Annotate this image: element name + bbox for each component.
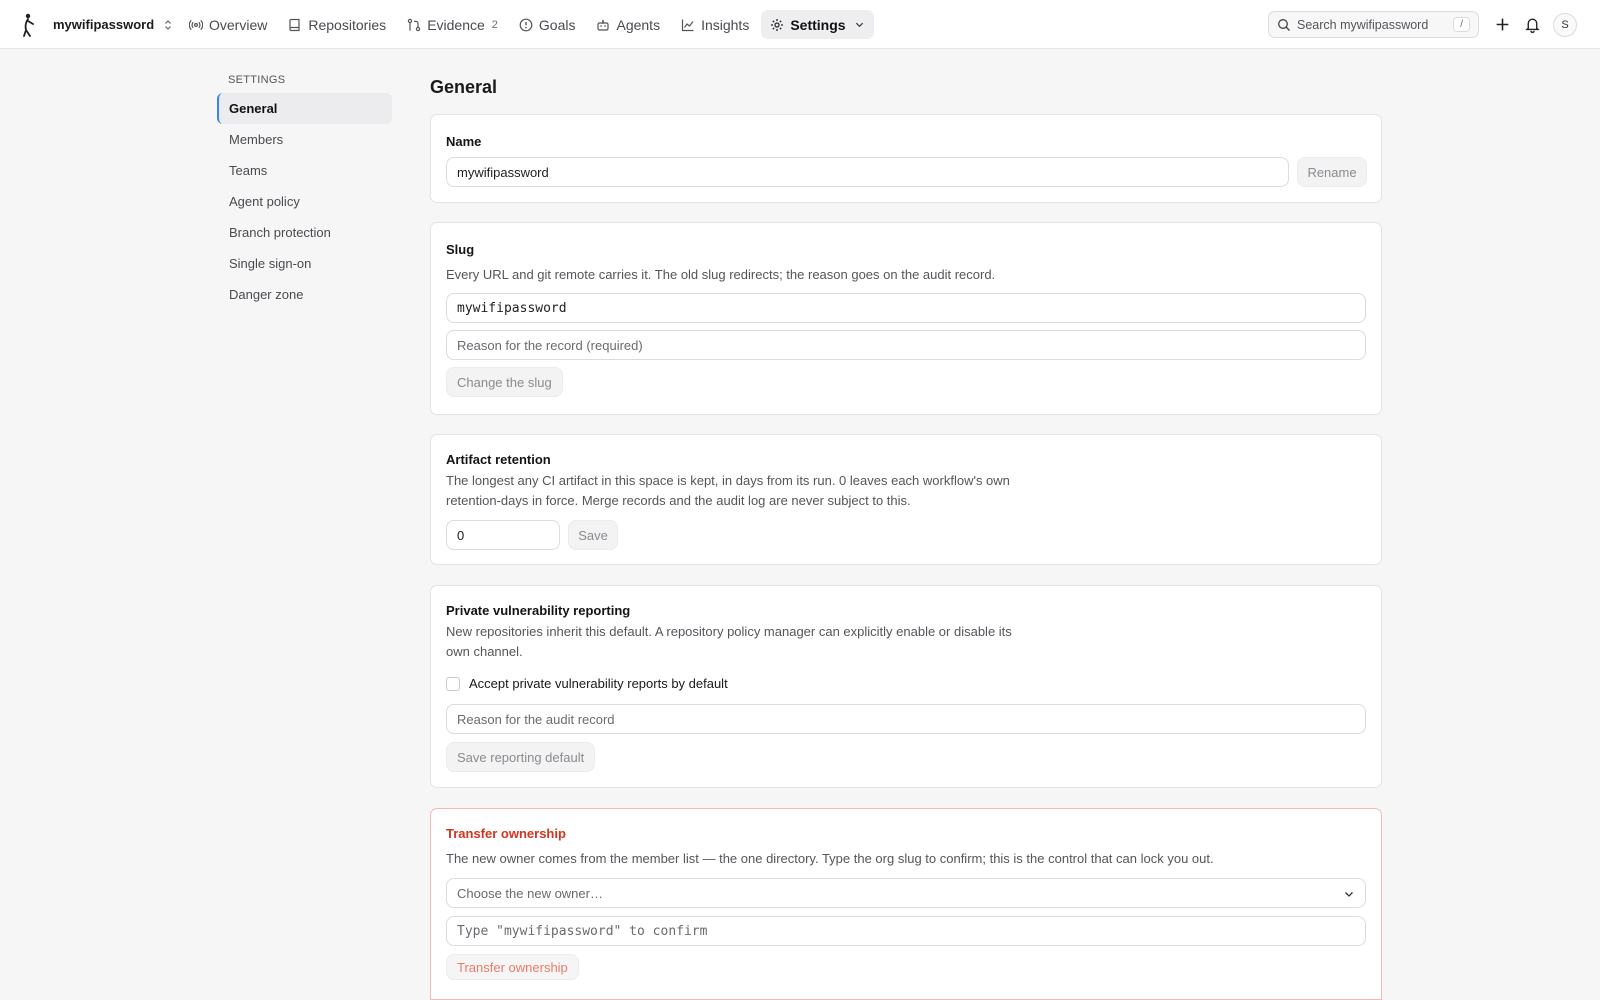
search-icon xyxy=(1278,18,1290,31)
vulnerability-reporting-card: Private vulnerability reporting New repo… xyxy=(430,585,1382,788)
search-input[interactable]: Search mywifipassword / xyxy=(1268,11,1479,38)
sidebar-item-single-sign-on[interactable]: Single sign-on xyxy=(217,248,392,279)
slug-card: Slug Every URL and git remote carries it… xyxy=(430,222,1382,415)
retention-description-line2: retention-days in force. Merge records a… xyxy=(446,493,911,508)
nav-repositories[interactable]: Repositories xyxy=(279,10,395,39)
plus-icon[interactable] xyxy=(1494,16,1511,33)
chevron-up-down-icon xyxy=(165,19,172,30)
vulnerability-description-line2: own channel. xyxy=(446,644,523,659)
gear-icon xyxy=(771,18,784,31)
bell-icon[interactable] xyxy=(1524,16,1541,33)
nav-agents[interactable]: Agents xyxy=(587,10,669,39)
retention-heading: Artifact retention xyxy=(446,452,551,467)
save-reporting-default-button[interactable]: Save reporting default xyxy=(446,742,596,772)
avatar[interactable]: S xyxy=(1553,13,1577,37)
change-slug-button[interactable]: Change the slug xyxy=(446,367,563,397)
vulnerability-heading: Private vulnerability reporting xyxy=(446,603,631,618)
transfer-ownership-card: Transfer ownership The new owner comes f… xyxy=(430,808,1382,1000)
chevron-down-icon xyxy=(1345,892,1353,897)
sidebar-item-branch-protection[interactable]: Branch protection xyxy=(217,217,392,248)
target-icon xyxy=(519,18,533,31)
retention-days-input[interactable]: 0 xyxy=(446,520,560,550)
vulnerability-description-line1: New repositories inherit this default. A… xyxy=(446,624,1012,639)
evidence-count-badge: 2 xyxy=(491,18,498,31)
transfer-ownership-button[interactable]: Transfer ownership xyxy=(446,954,579,980)
sidebar-item-danger-zone[interactable]: Danger zone xyxy=(217,279,392,310)
slug-description: Every URL and git remote carries it. The… xyxy=(446,267,996,282)
settings-sidebar: General Members Teams Agent policy Branc… xyxy=(217,93,392,310)
chart-line-icon xyxy=(681,19,694,31)
sidebar-item-members[interactable]: Members xyxy=(217,124,392,155)
nav-settings[interactable]: Settings xyxy=(761,10,874,39)
accept-reports-label[interactable]: Accept private vulnerability reports by … xyxy=(469,676,728,691)
chevron-down-icon xyxy=(855,22,863,28)
name-card: Name mywifipassword Rename xyxy=(430,114,1382,203)
rename-button[interactable]: Rename xyxy=(1297,157,1367,187)
book-icon xyxy=(289,18,300,31)
slug-input[interactable]: mywifipassword xyxy=(446,293,1366,323)
name-input[interactable]: mywifipassword xyxy=(446,157,1289,187)
nav-goals[interactable]: Goals xyxy=(510,10,585,39)
robot-icon xyxy=(597,19,610,31)
nav-evidence[interactable]: Evidence 2 xyxy=(398,10,507,39)
sidebar-item-teams[interactable]: Teams xyxy=(217,155,392,186)
sidebar-title: SETTINGS xyxy=(228,74,286,86)
accept-reports-checkbox[interactable] xyxy=(446,677,460,691)
vulnerability-reason-input[interactable]: Reason for the audit record xyxy=(446,704,1366,734)
transfer-heading: Transfer ownership xyxy=(446,826,566,841)
confirm-slug-input[interactable]: Type "mywifipassword" to confirm xyxy=(446,916,1366,946)
retention-description-line1: The longest any CI artifact in this spac… xyxy=(446,473,1010,488)
save-retention-button[interactable]: Save xyxy=(568,520,618,550)
git-compare-icon xyxy=(407,18,421,31)
name-heading: Name xyxy=(446,134,482,149)
nav-insights[interactable]: Insights xyxy=(672,10,758,39)
top-bar: mywifipassword Overview Repositories Evi… xyxy=(0,0,1600,49)
search-placeholder: Search mywifipassword xyxy=(1297,17,1429,32)
broadcast-icon xyxy=(189,19,203,30)
sidebar-item-general[interactable]: General xyxy=(217,93,392,124)
slug-heading: Slug xyxy=(446,242,475,257)
new-owner-select[interactable]: Choose the new owner… xyxy=(446,878,1366,908)
slug-reason-input[interactable]: Reason for the record (required) xyxy=(446,330,1366,360)
org-switcher[interactable]: mywifipassword xyxy=(53,0,174,49)
search-shortcut: / xyxy=(1453,17,1470,32)
logo-icon[interactable] xyxy=(19,13,39,37)
transfer-description: The new owner comes from the member list… xyxy=(446,851,1214,866)
nav-overview[interactable]: Overview xyxy=(180,10,276,39)
org-name: mywifipassword xyxy=(53,17,155,32)
page-title: General xyxy=(430,77,498,97)
main-nav: Overview Repositories Evidence 2 Goals A… xyxy=(180,10,877,39)
artifact-retention-card: Artifact retention The longest any CI ar… xyxy=(430,434,1382,565)
sidebar-item-agent-policy[interactable]: Agent policy xyxy=(217,186,392,217)
